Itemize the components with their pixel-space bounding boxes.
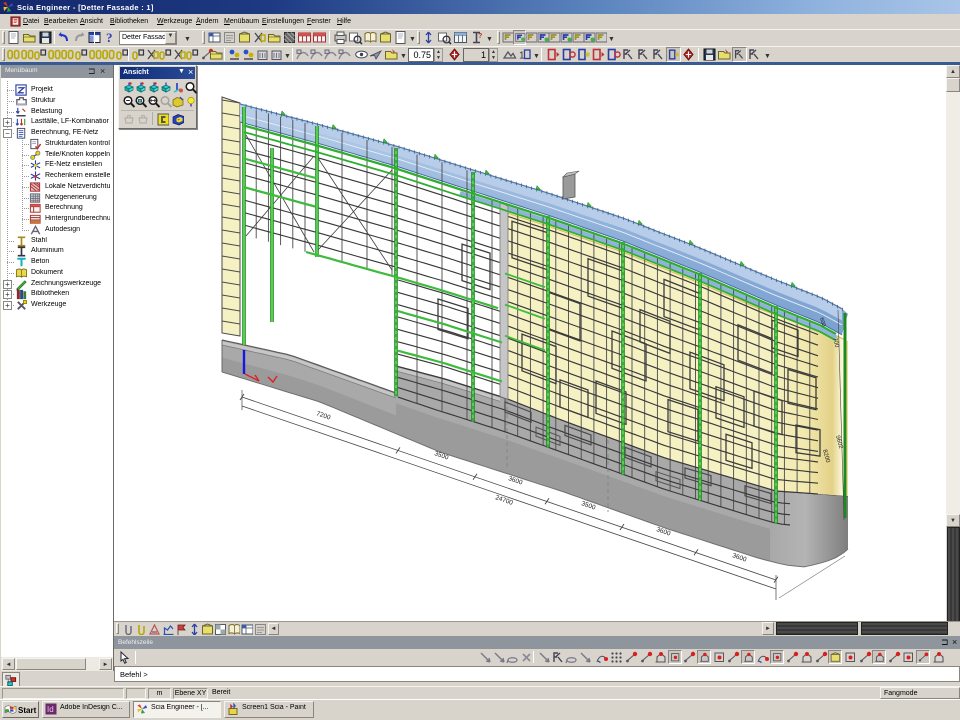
svg-text:Id: Id [47, 705, 54, 714]
svg-text:7200: 7200 [315, 410, 331, 421]
svg-text:?: ? [106, 30, 113, 45]
svg-text:?: ? [478, 33, 482, 40]
svg-text:24700: 24700 [494, 494, 514, 507]
